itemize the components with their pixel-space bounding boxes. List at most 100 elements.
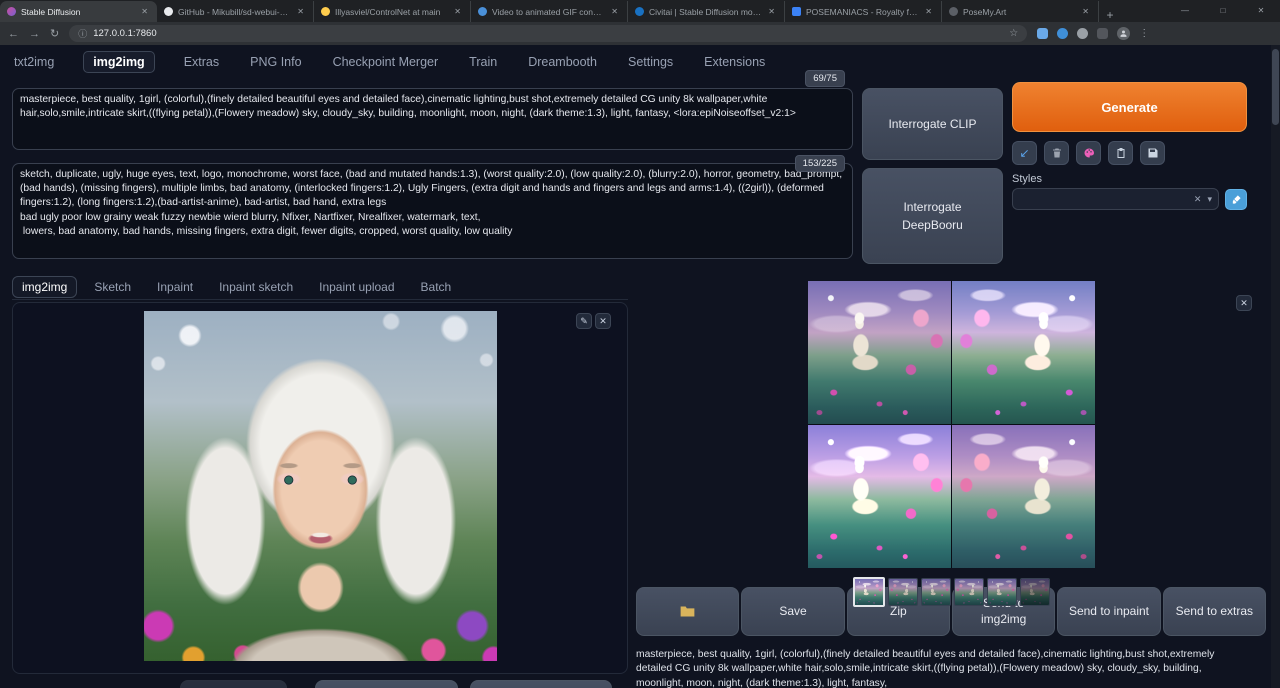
prompt-wrap: 69/75 masterpiece, best quality, 1girl, … xyxy=(12,80,853,155)
tab-close-icon[interactable]: ✕ xyxy=(609,6,620,17)
generated-image-grid xyxy=(808,281,1095,568)
copy-to-img2img-button[interactable]: img2img xyxy=(180,680,287,688)
tab-img2img[interactable]: img2img xyxy=(83,51,154,73)
copy-to-sketch-button[interactable]: sketch xyxy=(315,680,458,688)
extra-networks-button[interactable] xyxy=(1076,141,1101,165)
generated-image-3[interactable] xyxy=(808,425,951,568)
chevron-down-icon: ▾ xyxy=(1207,194,1212,205)
gallery-thumbnail-1[interactable] xyxy=(853,577,885,607)
subtab-inpaint-sketch[interactable]: Inpaint sketch xyxy=(210,277,302,297)
extension-icon-1[interactable] xyxy=(1037,28,1048,39)
apply-style-button[interactable] xyxy=(1108,141,1133,165)
window-minimize-button[interactable]: — xyxy=(1166,0,1204,20)
tab-title: PoseMy.Art xyxy=(963,7,1075,17)
person-icon xyxy=(1119,29,1128,38)
subtab-batch[interactable]: Batch xyxy=(412,277,461,297)
gallery-thumbnail-3[interactable] xyxy=(921,578,951,606)
subtab-inpaint[interactable]: Inpaint xyxy=(148,277,202,297)
tab-close-icon[interactable]: ✕ xyxy=(452,6,463,17)
subtab-sketch[interactable]: Sketch xyxy=(85,277,140,297)
thumb-render xyxy=(889,579,917,605)
floppy-icon xyxy=(1147,147,1159,159)
prompt-column: 69/75 masterpiece, best quality, 1girl, … xyxy=(12,80,853,264)
back-button[interactable]: ← xyxy=(8,28,19,40)
gallery-thumbnail-2[interactable] xyxy=(888,578,918,606)
negative-prompt-input[interactable]: sketch, duplicate, ugly, huge eyes, text… xyxy=(12,163,853,259)
tab-extras[interactable]: Extras xyxy=(182,52,221,72)
edit-image-button[interactable]: ✎ xyxy=(576,313,592,329)
browser-tab-posemy-art[interactable]: PoseMy.Art ✕ xyxy=(942,1,1099,22)
styles-dropdown[interactable]: ✕ ▾ xyxy=(1012,188,1219,210)
browser-tab-controlnet[interactable]: Illyasviel/ControlNet at main ✕ xyxy=(314,1,471,22)
url-text: 127.0.0.1:7860 xyxy=(93,28,1003,39)
thumb-render xyxy=(855,579,883,605)
input-image-preview[interactable] xyxy=(144,311,497,661)
gallery-thumbnail-5[interactable] xyxy=(987,578,1017,606)
favicon-stable-diffusion xyxy=(7,7,16,16)
tab-train[interactable]: Train xyxy=(467,52,499,72)
profile-avatar[interactable] xyxy=(1117,27,1130,40)
token-counter: 69/75 xyxy=(805,70,845,87)
extension-icon-2[interactable] xyxy=(1057,28,1068,39)
address-bar[interactable]: ⓘ 127.0.0.1:7860 ☆ xyxy=(69,25,1027,42)
interrogate-column: Interrogate CLIP Interrogate DeepBooru xyxy=(862,88,1003,264)
tab-close-icon[interactable]: ✕ xyxy=(923,6,934,17)
prompt-area: 69/75 masterpiece, best quality, 1girl, … xyxy=(12,80,1266,264)
extension-icon-3[interactable] xyxy=(1077,28,1088,39)
gallery-thumbnail-6[interactable] xyxy=(1020,578,1050,606)
apply-styles-button[interactable] xyxy=(1225,189,1247,210)
paste-arrow-icon: ↙ xyxy=(1019,146,1029,160)
forward-button[interactable]: → xyxy=(29,28,40,40)
tab-txt2img[interactable]: txt2img xyxy=(12,52,56,72)
save-style-button[interactable] xyxy=(1140,141,1165,165)
brush-icon xyxy=(1231,194,1242,205)
remove-image-button[interactable]: ✕ xyxy=(595,313,611,329)
browser-tab-gif-converter[interactable]: Video to animated GIF converter ✕ xyxy=(471,1,628,22)
tab-png-info[interactable]: PNG Info xyxy=(248,52,303,72)
refresh-button[interactable]: ↻ xyxy=(50,27,59,40)
tab-close-icon[interactable]: ✕ xyxy=(766,6,777,17)
scrollbar-thumb[interactable] xyxy=(1272,49,1279,125)
window-close-button[interactable]: ✕ xyxy=(1242,0,1280,20)
generated-image-3-render xyxy=(808,425,951,568)
browser-tab-posemaniacs[interactable]: POSEMANIACS - Royalty free 3 ✕ xyxy=(785,1,942,22)
browser-tab-civitai[interactable]: Civitai | Stable Diffusion model ✕ xyxy=(628,1,785,22)
gallery-thumbnail-4[interactable] xyxy=(954,578,984,606)
generated-image-1[interactable] xyxy=(808,281,951,424)
clear-prompt-button[interactable] xyxy=(1044,141,1069,165)
browser-tab-stable-diffusion[interactable]: Stable Diffusion ✕ xyxy=(0,1,157,22)
tab-extensions[interactable]: Extensions xyxy=(702,52,767,72)
subtab-inpaint-upload[interactable]: Inpaint upload xyxy=(310,277,403,297)
gallery-close-button[interactable]: ✕ xyxy=(1236,295,1252,311)
favicon-posemy-art xyxy=(949,7,958,16)
tab-title: GitHub - Mikubill/sd-webui-con xyxy=(178,7,290,17)
clear-styles-icon[interactable]: ✕ xyxy=(1194,194,1202,205)
generated-image-4-render xyxy=(952,425,1095,568)
favicon-github xyxy=(164,7,173,16)
extension-icon-4[interactable] xyxy=(1097,28,1108,39)
tab-close-icon[interactable]: ✕ xyxy=(295,6,306,17)
prompt-input[interactable]: masterpiece, best quality, 1girl, (color… xyxy=(12,88,853,150)
page-scrollbar[interactable] xyxy=(1271,45,1280,688)
generate-button[interactable]: Generate xyxy=(1012,82,1247,132)
generated-image-4[interactable] xyxy=(952,425,1095,568)
browser-menu-icon[interactable]: ⋮ xyxy=(1139,28,1149,39)
source-image-panel[interactable]: ✎ ✕ xyxy=(12,302,628,674)
tab-dreambooth[interactable]: Dreambooth xyxy=(526,52,599,72)
img2img-mode-tabs: img2img Sketch Inpaint Inpaint sketch In… xyxy=(12,274,628,300)
interrogate-clip-button[interactable]: Interrogate CLIP xyxy=(862,88,1003,160)
new-tab-button[interactable]: + xyxy=(1099,8,1121,22)
tab-checkpoint-merger[interactable]: Checkpoint Merger xyxy=(331,52,441,72)
subtab-img2img[interactable]: img2img xyxy=(12,276,77,298)
tab-close-icon[interactable]: ✕ xyxy=(1080,6,1091,17)
tab-settings[interactable]: Settings xyxy=(626,52,675,72)
interrogate-deepbooru-button[interactable]: Interrogate DeepBooru xyxy=(862,168,1003,264)
generated-image-2[interactable] xyxy=(952,281,1095,424)
site-info-icon[interactable]: ⓘ xyxy=(78,27,87,40)
browser-tab-github[interactable]: GitHub - Mikubill/sd-webui-con ✕ xyxy=(157,1,314,22)
bookmark-icon[interactable]: ☆ xyxy=(1009,28,1018,39)
read-params-button[interactable]: ↙ xyxy=(1012,141,1037,165)
window-maximize-button[interactable]: □ xyxy=(1204,0,1242,20)
copy-to-inpaint-button[interactable]: inpaint xyxy=(470,680,612,688)
tab-close-icon[interactable]: ✕ xyxy=(139,6,150,17)
